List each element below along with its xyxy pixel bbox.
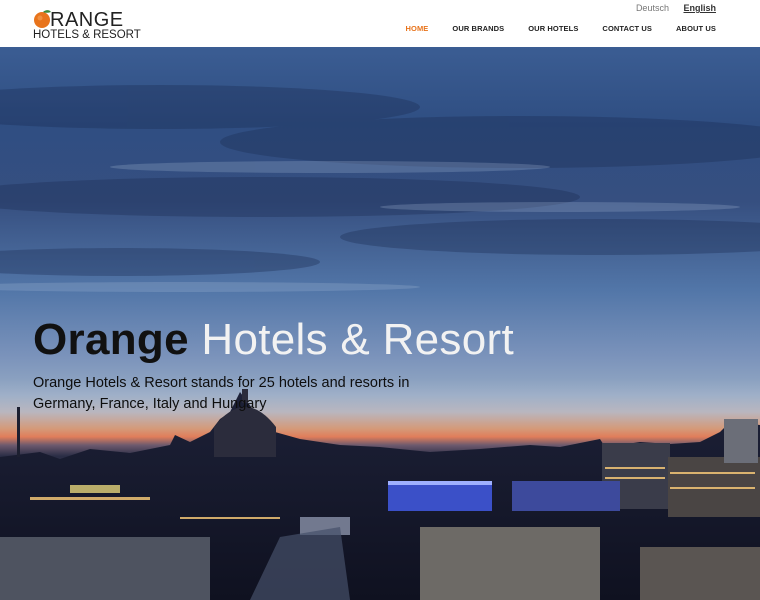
brand-wordmark: RANGE — [50, 9, 124, 31]
lang-deutsch[interactable]: Deutsch — [636, 3, 669, 13]
brand-logo[interactable]: RANGE HOTELS & RESORT — [33, 8, 141, 42]
hero-title-light: Hotels & Resort — [201, 315, 514, 364]
language-switcher: Deutsch English — [624, 3, 716, 13]
nav-home[interactable]: HOME — [382, 24, 429, 33]
brand-subtitle: HOTELS & RESORT — [33, 29, 141, 41]
nav-our-brands[interactable]: OUR BRANDS — [428, 24, 504, 33]
hero-title-strong: Orange — [33, 315, 189, 364]
nav-contact-us[interactable]: CONTACT US — [578, 24, 652, 33]
main-nav: HOME OUR BRANDS OUR HOTELS CONTACT US AB… — [382, 24, 717, 33]
nav-about-us[interactable]: ABOUT US — [652, 24, 716, 33]
nav-our-hotels[interactable]: OUR HOTELS — [504, 24, 578, 33]
hero-description: Orange Hotels & Resort stands for 25 hot… — [33, 375, 410, 412]
hero-title: Orange Hotels & Resort — [33, 315, 514, 365]
site-header: RANGE HOTELS & RESORT Deutsch English HO… — [0, 0, 760, 47]
hero-banner: Orange Hotels & Resort Orange Hotels & R… — [0, 47, 760, 600]
lang-english[interactable]: English — [683, 3, 716, 13]
